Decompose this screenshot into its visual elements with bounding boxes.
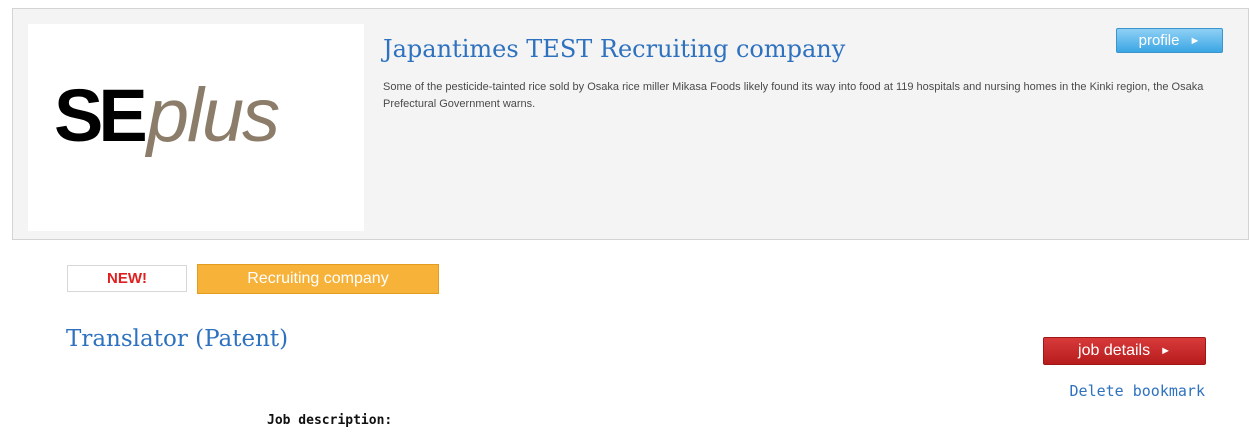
profile-button-label: profile xyxy=(1138,32,1180,49)
company-logo[interactable]: SEplus xyxy=(28,24,364,231)
delete-bookmark-link[interactable]: Delete bookmark xyxy=(1070,382,1205,400)
company-name-link[interactable]: Japantimes TEST Recruiting company xyxy=(383,35,845,63)
new-badge: NEW! xyxy=(67,265,187,292)
arrow-right-icon: ► xyxy=(1160,345,1171,357)
recruiting-company-badge: Recruiting company xyxy=(197,264,439,294)
logo-prefix: SE xyxy=(54,74,148,157)
arrow-right-icon: ► xyxy=(1189,34,1201,47)
logo-wordmark: SEplus xyxy=(54,78,280,154)
job-details-button[interactable]: job details ► xyxy=(1043,337,1206,365)
company-description: Some of the pesticide-tainted rice sold … xyxy=(383,81,1204,110)
company-header-card: SEplus Japantimes TEST Recruiting compan… xyxy=(12,8,1249,240)
job-title-link[interactable]: Translator (Patent) xyxy=(66,326,288,352)
job-details-button-label: job details xyxy=(1078,342,1151,359)
logo-suffix: plus xyxy=(146,73,280,158)
job-description-label: Job description: xyxy=(267,413,393,428)
profile-button[interactable]: profile ► xyxy=(1116,28,1223,53)
